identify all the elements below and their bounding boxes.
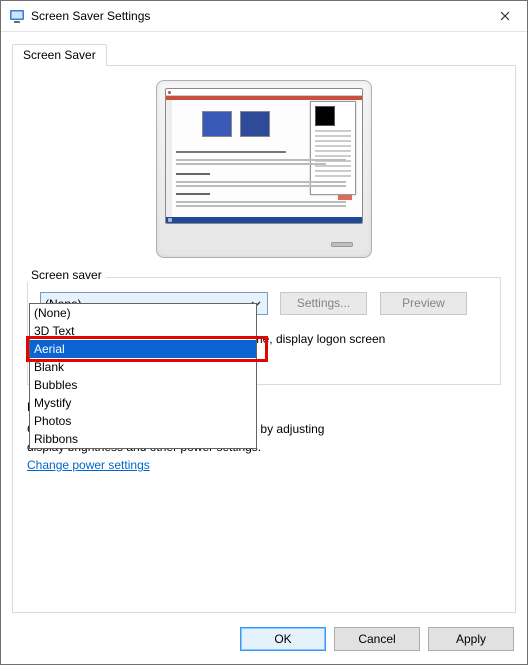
dropdown-option[interactable]: Ribbons (30, 430, 256, 448)
group-label: Screen saver (27, 268, 106, 282)
dropdown-option[interactable]: Bubbles (30, 376, 256, 394)
preview-button[interactable]: Preview (380, 292, 467, 315)
titlebar: Screen Saver Settings (1, 1, 527, 32)
window-icon (9, 8, 25, 24)
screen-saver-dropdown[interactable]: (None)3D TextAerialBlankBubblesMystifyPh… (29, 303, 257, 449)
close-button[interactable] (482, 1, 527, 31)
change-power-settings-link[interactable]: Change power settings (27, 458, 150, 472)
apply-button[interactable]: Apply (428, 627, 514, 651)
cancel-button[interactable]: Cancel (334, 627, 420, 651)
dropdown-option[interactable]: Photos (30, 412, 256, 430)
settings-button[interactable]: Settings... (280, 292, 367, 315)
window-title: Screen Saver Settings (31, 9, 482, 23)
tab-strip: Screen Saver (12, 44, 107, 66)
tab-screen-saver[interactable]: Screen Saver (12, 44, 107, 66)
dialog-buttons: OK Cancel Apply (240, 627, 514, 651)
ok-button[interactable]: OK (240, 627, 326, 651)
dropdown-option[interactable]: Mystify (30, 394, 256, 412)
dropdown-option[interactable]: Blank (30, 358, 256, 376)
dropdown-option[interactable]: 3D Text (30, 322, 256, 340)
client-area: Screen Saver (2, 33, 526, 663)
dropdown-option[interactable]: (None) (30, 304, 256, 322)
monitor-preview (13, 80, 515, 258)
screen-saver-settings-window: Screen Saver Settings Screen Saver (0, 0, 528, 665)
dropdown-option[interactable]: Aerial (30, 340, 256, 358)
